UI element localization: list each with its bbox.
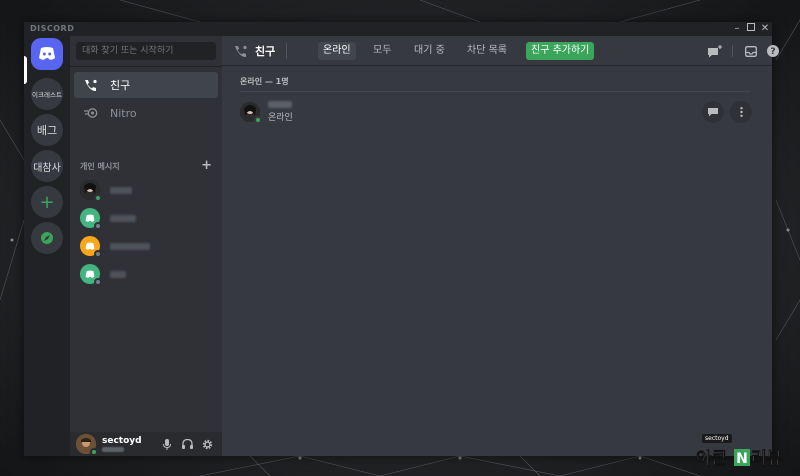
plus-icon: + [39,191,55,213]
message-icon[interactable] [702,101,724,123]
explore-servers-button[interactable] [31,222,63,254]
friend-status-text: 온라인 [268,113,293,123]
dm-list-item[interactable] [74,233,218,259]
settings-gear-icon[interactable] [200,437,214,451]
divider [70,66,222,67]
server-disaster[interactable]: 대참사 [31,150,63,182]
avatar [80,208,102,230]
online-count-header: 온라인 — 1명 [240,77,289,86]
blurred-username [110,270,126,278]
friends-main-pane: 친구 온라인 모두 대기 중 차단 목록 친구 추가하기 ? 온라인 — 1명 [222,36,779,456]
online-status-dot [254,116,262,124]
discord-logo-icon [85,270,95,278]
inbox-icon[interactable] [744,44,758,58]
avatar [80,236,102,258]
dm-list-item[interactable] [74,261,218,287]
online-status-dot [94,194,102,202]
friend-info: 온라인 [268,101,293,123]
friends-toolbar: 친구 온라인 모두 대기 중 차단 목록 친구 추가하기 ? [222,36,779,66]
friends-phone-icon [85,79,97,91]
help-icon[interactable]: ? [766,44,780,58]
minimize-icon[interactable]: – [730,22,744,36]
svg-text:?: ? [770,47,775,57]
svg-text:N: N [736,451,748,467]
discord-logo-icon [85,242,95,250]
blurred-username [110,186,132,194]
dm-list-item[interactable] [74,205,218,231]
offline-status-dot [94,278,102,286]
avatar[interactable] [76,434,98,456]
avatar [80,180,102,202]
compass-icon [41,232,53,244]
tab-blocked[interactable]: 차단 목록 [462,42,512,60]
add-friend-button[interactable]: 친구 추가하기 [526,42,595,60]
online-status-dot [90,448,98,456]
offline-status-dot [94,222,102,230]
dm-sidebar: 친구 Nitro 개인 메시지 + [70,36,222,456]
nitro-icon [84,108,98,118]
conversation-search-input[interactable] [76,42,216,60]
app-brand: DISCORD [30,24,75,33]
page-title: 친구 [234,43,275,59]
sidebar-item-label: 친구 [110,79,131,92]
discord-window: DISCORD – ✕ 이크레스트 배그 대참사 + 대화 찾기 또는 시작하기… [24,22,779,456]
home-button[interactable] [31,38,63,70]
user-info: sectoyd [102,436,142,452]
divider [240,91,750,92]
discord-logo-icon [39,47,55,60]
watermark-logo: sectoyd 아큰 N 리뷰 [694,432,794,472]
username: sectoyd [102,436,142,446]
create-dm-plus-icon[interactable]: + [201,159,212,172]
friends-phone-icon [235,45,247,57]
tab-all[interactable]: 모두 [368,42,396,60]
dm-header-label: 개인 메시지 [80,161,120,171]
blurred-username [110,242,150,250]
new-group-dm-icon[interactable] [708,44,722,58]
maximize-icon[interactable] [744,22,758,36]
blurred-username [268,101,292,108]
direct-messages-header: 개인 메시지 + [80,159,212,172]
page-title-text: 친구 [255,45,276,58]
svg-text:아큰: 아큰 [696,449,728,469]
dm-list-item[interactable] [74,177,218,203]
headphones-icon[interactable] [180,437,194,451]
tab-online[interactable]: 온라인 [318,42,356,60]
sidebar-item-friends[interactable]: 친구 [74,72,218,98]
friend-row[interactable]: 온라인 [240,96,752,128]
svg-text:리뷰: 리뷰 [751,449,783,469]
microphone-icon[interactable] [160,437,174,451]
avatar [240,102,262,124]
more-options-icon[interactable] [730,101,752,123]
selected-pill [24,56,27,84]
close-icon[interactable]: ✕ [758,22,772,36]
divider [732,45,733,57]
title-bar: DISCORD – ✕ [24,22,772,36]
add-server-button[interactable]: + [31,186,63,218]
sidebar-item-nitro[interactable]: Nitro [74,100,218,126]
blurred-username [110,214,136,222]
blurred-user-tag [102,447,124,452]
user-panel: sectoyd [70,432,222,456]
server-pubg[interactable]: 배그 [31,114,63,146]
divider [286,43,287,59]
avatar [80,264,102,286]
sidebar-item-label: Nitro [110,106,137,120]
discord-logo-icon [85,214,95,222]
watermark-tag: sectoyd [702,434,732,443]
server-list: 이크레스트 배그 대참사 + [24,36,70,456]
offline-status-dot [94,250,102,258]
server-icrest[interactable]: 이크레스트 [31,78,63,110]
tab-pending[interactable]: 대기 중 [409,42,450,60]
